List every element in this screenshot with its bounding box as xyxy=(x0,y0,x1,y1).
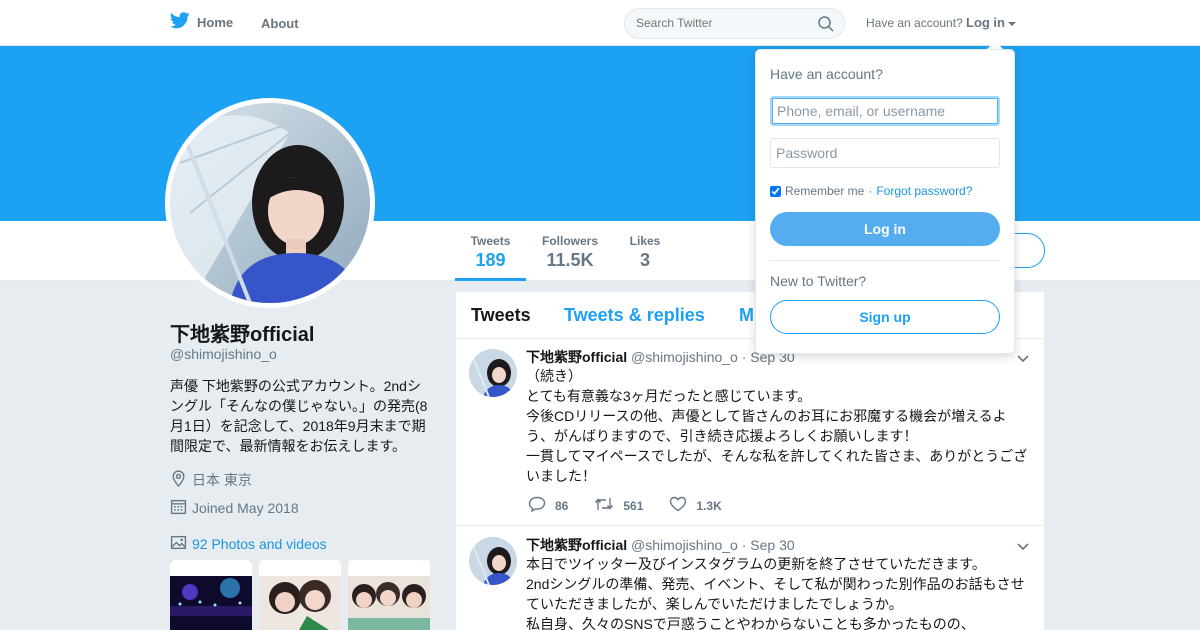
forgot-password-link[interactable]: Forgot password? xyxy=(876,184,972,198)
stat-value: 3 xyxy=(639,250,650,270)
tweet-text-line: 本日でツイッター及びインスタグラムの更新を終了させていただきます。 xyxy=(526,556,986,572)
new-to-twitter-text: New to Twitter? xyxy=(770,273,867,289)
nav-home-label: Home xyxy=(197,14,234,30)
profile-name[interactable]: 下地紫野official xyxy=(170,318,314,347)
tweet-text-line: 2ndシングルの準備、発売、イベント、そして私が関わった別作品のお話もさせ xyxy=(526,576,1025,592)
login-button[interactable]: Log in xyxy=(770,212,1000,246)
stat-followers[interactable]: Followers 11.5K xyxy=(536,221,604,281)
profile-location: 日本 東京 xyxy=(170,470,252,490)
photo-thumbnail[interactable] xyxy=(348,560,430,630)
password-field[interactable] xyxy=(770,138,1000,168)
tab-media[interactable]: M xyxy=(739,305,754,326)
tweet-text-line: （続き） xyxy=(526,368,582,384)
tweet-text: （続き） とても有意義な3ヶ月だったと感じています。 今後CDリリースの他、声優… xyxy=(526,366,1034,486)
search-input[interactable] xyxy=(636,16,796,30)
search-box[interactable] xyxy=(624,8,845,39)
twitter-bird-icon xyxy=(170,12,190,32)
stat-tweets[interactable]: Tweets 189 xyxy=(455,221,526,281)
tweet-fullname[interactable]: 下地紫野official xyxy=(526,537,627,553)
remember-row: Remember me · Forgot password? xyxy=(770,184,972,198)
nav-about-link[interactable]: About xyxy=(261,16,299,31)
profile-bio: 声優 下地紫野の公式アカウント。2ndシングル「そんなの僕じゃない。」の発売(8… xyxy=(170,378,428,454)
tweet-text-line: 今後CDリリースの他、声優として皆さんのお耳にお邪魔する機会が増えるよ xyxy=(526,408,1007,424)
tweet[interactable]: 下地紫野official @shimojishino_o · Sep 30 本日… xyxy=(456,526,1044,630)
stat-label: Tweets xyxy=(470,234,511,248)
calendar-icon xyxy=(170,498,187,518)
tweet-text-line: 私自身、久々のSNSで戸惑うことやわからないことも多かったものの、 xyxy=(526,616,975,630)
retweet-icon xyxy=(594,496,614,515)
tweet[interactable]: 下地紫野official @shimojishino_o · Sep 30 （続… xyxy=(456,339,1044,526)
stat-likes[interactable]: Likes 3 xyxy=(620,221,670,281)
retweet-count: 561 xyxy=(623,498,644,513)
caret-down-icon xyxy=(1008,21,1016,26)
dropdown-title: Have an account? xyxy=(770,66,883,82)
stat-value: 11.5K xyxy=(546,250,594,270)
have-account-text: Have an account? xyxy=(866,16,963,30)
tweet-avatar[interactable] xyxy=(469,537,517,585)
tweet-handle[interactable]: @shimojishino_o xyxy=(631,537,738,553)
tweet-text-line: いました！ xyxy=(526,468,596,484)
signup-button[interactable]: Sign up xyxy=(770,300,1000,334)
reply-icon xyxy=(528,496,546,515)
divider xyxy=(770,260,1000,261)
search-icon[interactable] xyxy=(818,16,834,37)
tweet-fullname[interactable]: 下地紫野official xyxy=(526,349,627,365)
tweet-handle[interactable]: @shimojishino_o xyxy=(631,349,738,365)
photos-videos-link[interactable]: 92 Photos and videos xyxy=(170,534,327,554)
top-nav: Home About Have an account? Log in xyxy=(0,0,1200,46)
tweet-timestamp[interactable]: · Sep 30 xyxy=(742,537,795,553)
reply-count: 86 xyxy=(555,498,569,513)
stat-label: Likes xyxy=(629,234,661,248)
tab-tweets-replies[interactable]: Tweets & replies xyxy=(564,305,705,326)
joined-text: Joined May 2018 xyxy=(192,500,299,516)
stat-label: Followers xyxy=(541,234,598,248)
tweet-text: 本日でツイッター及びインスタグラムの更新を終了させていただきます。 2ndシング… xyxy=(526,554,1034,630)
username-field[interactable] xyxy=(770,96,1000,126)
like-button[interactable]: 1.3K xyxy=(669,496,722,515)
reply-button[interactable]: 86 xyxy=(528,496,568,515)
login-dropdown-toggle[interactable]: Log in xyxy=(966,15,1016,30)
location-text: 日本 東京 xyxy=(192,472,252,488)
login-link-label: Log in xyxy=(966,15,1005,30)
tweet-avatar[interactable] xyxy=(469,349,517,397)
tweet-text-line: う、がんばりますので、引き続き応援よろしくお願いします！ xyxy=(526,428,918,444)
avatar xyxy=(170,103,370,303)
tweet-actions: 86 561 1.3K xyxy=(528,496,748,515)
like-count: 1.3K xyxy=(696,498,722,513)
tab-tweets[interactable]: Tweets xyxy=(471,305,531,326)
retweet-button[interactable]: 561 xyxy=(594,496,643,515)
heart-icon xyxy=(669,496,687,515)
tweet-text-line: とても有意義な3ヶ月だったと感じています。 xyxy=(526,388,812,404)
dropdown-arrow xyxy=(987,41,1003,49)
tweet-header: 下地紫野official @shimojishino_o · Sep 30 xyxy=(526,535,795,555)
stat-value: 189 xyxy=(475,250,506,270)
nav-home-link[interactable]: Home xyxy=(170,12,233,32)
photo-thumbnail[interactable] xyxy=(259,560,341,630)
photo-icon xyxy=(170,534,187,554)
tweet-text-line: ていただきましたが、楽しんでいただけましたでしょうか。 xyxy=(526,596,903,612)
profile-avatar[interactable] xyxy=(165,98,375,308)
location-pin-icon xyxy=(170,470,187,490)
separator-dot: · xyxy=(868,184,873,198)
login-dropdown: Have an account? Remember me · Forgot pa… xyxy=(755,49,1015,354)
remember-me-checkbox[interactable] xyxy=(770,185,781,197)
photos-link-text[interactable]: 92 Photos and videos xyxy=(192,536,327,552)
tweet-text-line: 一貫してマイペースでしたが、そんな私を許してくれた皆さま、ありがとうござ xyxy=(526,448,1028,464)
profile-handle[interactable]: @shimojishino_o xyxy=(170,346,277,362)
remember-me-label[interactable]: Remember me xyxy=(785,184,864,198)
profile-joined: Joined May 2018 xyxy=(170,498,299,518)
photo-thumbnail[interactable] xyxy=(170,560,252,630)
